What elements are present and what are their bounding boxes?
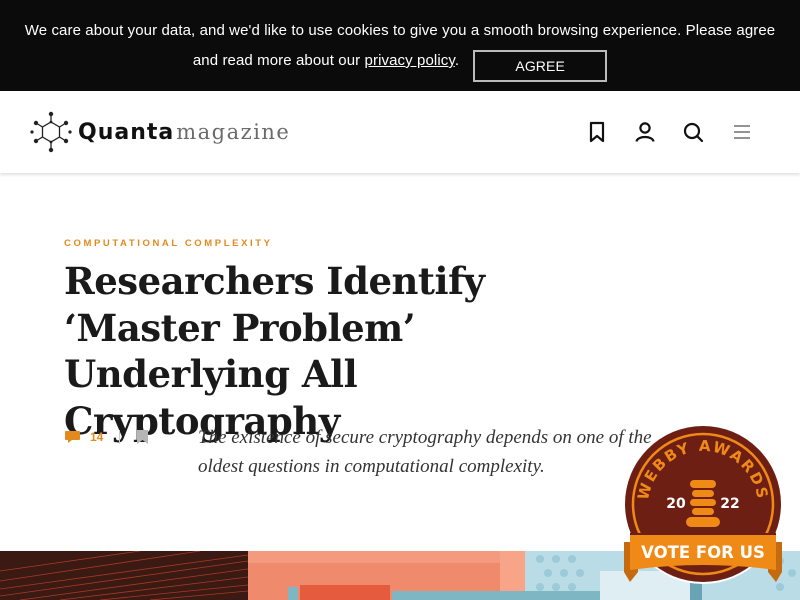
search-icon[interactable] [681, 120, 705, 144]
cookie-message: We care about your data, and we'd like t… [12, 18, 788, 82]
article-deck: The existence of secure cryptography dep… [198, 427, 652, 477]
bookmark-icon[interactable] [585, 120, 609, 144]
comment-icon[interactable] [64, 430, 81, 444]
article-category[interactable]: COMPUTATIONAL COMPLEXITY [64, 238, 273, 249]
logo-wordmark-quanta: Quanta [78, 119, 175, 145]
logo-wordmark-magazine: magazine [176, 120, 291, 144]
agree-button[interactable]: AGREE [473, 50, 608, 82]
webby-year-left: 20 [666, 496, 686, 512]
quanta-logo-mark-icon [30, 111, 72, 153]
user-icon[interactable] [633, 120, 657, 144]
article-meta: 14 [64, 428, 149, 446]
article-title: Researchers Identify ‘Master Problem’ Un… [64, 259, 485, 443]
vote-for-us-label: VOTE FOR US [641, 543, 765, 562]
site-header: Quanta magazine [0, 91, 800, 173]
webby-awards-badge[interactable]: WEBBY AWARDS 20 22 VOTE FOR US [620, 422, 786, 594]
comment-count[interactable]: 14 [90, 430, 103, 444]
cookie-banner: We care about your data, and we'd like t… [0, 0, 800, 91]
cookie-text-end: . [454, 52, 460, 69]
meta-divider [119, 430, 121, 444]
menu-icon[interactable] [730, 120, 754, 144]
privacy-policy-link[interactable]: privacy policy [365, 52, 455, 69]
quanta-logo[interactable]: Quanta magazine [30, 111, 290, 153]
save-bookmark-icon[interactable] [136, 430, 149, 444]
webby-year-right: 22 [720, 496, 739, 512]
